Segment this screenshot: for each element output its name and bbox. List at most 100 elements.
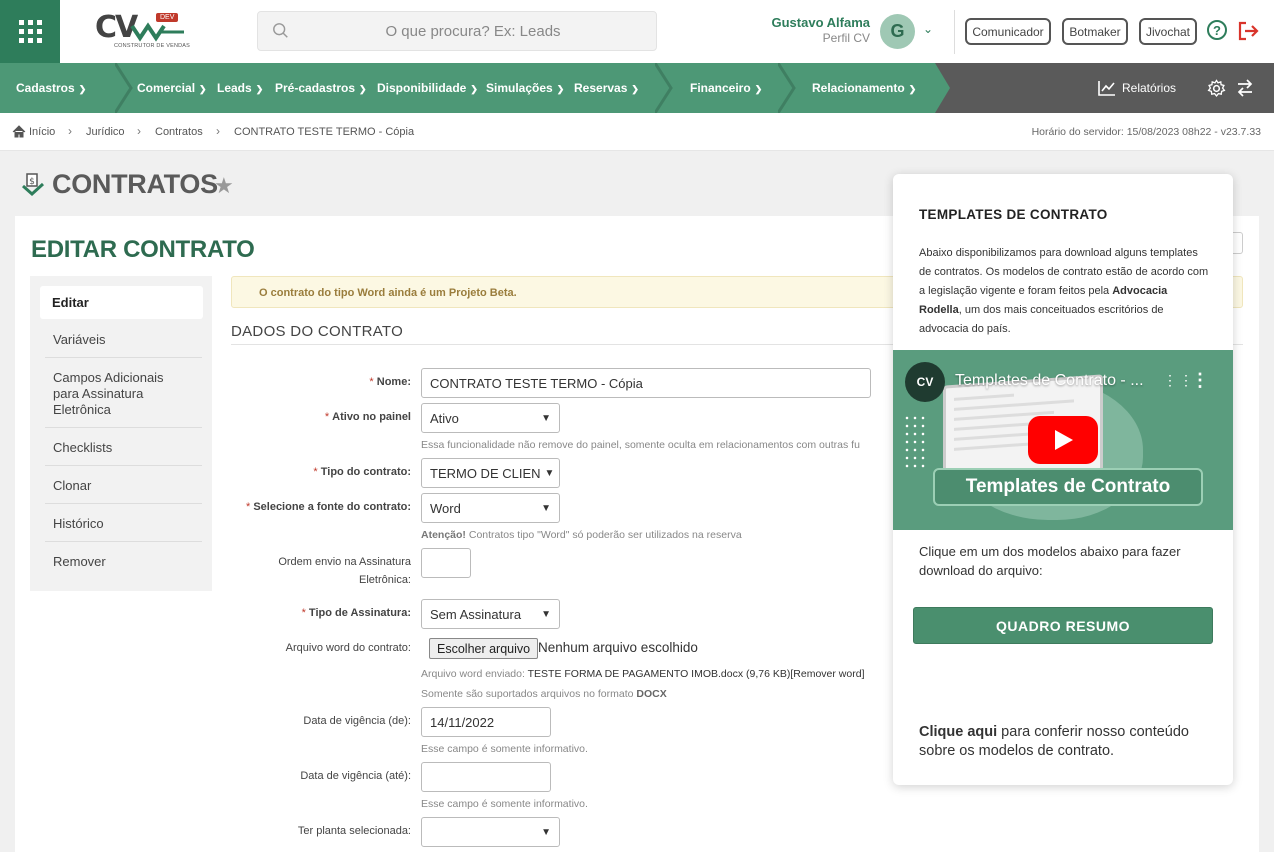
planta-select[interactable]: ▼ — [421, 817, 560, 847]
chevron-down-icon[interactable]: ⌄ — [923, 22, 933, 36]
side-item-variaveis[interactable]: Variáveis — [53, 332, 106, 348]
channel-logo[interactable]: CV — [905, 362, 945, 402]
nav-separator — [778, 63, 796, 113]
formato-hint: Somente são suportados arquivos no forma… — [421, 688, 667, 700]
comunicador-button[interactable]: Comunicador — [965, 18, 1051, 45]
swap-icon[interactable] — [1236, 79, 1254, 97]
more-options-icon[interactable]: ⋮ — [1191, 370, 1209, 391]
popup-title: TEMPLATES DE CONTRATO — [919, 207, 1108, 222]
vig-de-label: Data de vigência (de): — [303, 715, 411, 727]
chevron-down-icon: ❯ — [255, 84, 264, 94]
nav-relacionamento[interactable]: Relacionamento ❯ — [812, 81, 916, 95]
side-item-historico[interactable]: Histórico — [53, 516, 104, 532]
nav-separator — [655, 63, 673, 113]
breadcrumb-current: CONTRATO TESTE TERMO - Cópia — [234, 126, 415, 138]
chevron-down-icon: ❯ — [631, 84, 639, 94]
breadcrumb-contratos[interactable]: Contratos — [155, 126, 203, 138]
chevron-down-icon: ❯ — [754, 84, 763, 94]
chevron-down-icon: ❯ — [470, 84, 478, 94]
side-menu — [30, 276, 212, 591]
side-item-clonar[interactable]: Clonar — [53, 478, 91, 494]
nav-label: Leads — [217, 81, 252, 95]
nav-financeiro[interactable]: Financeiro ❯ — [690, 81, 762, 95]
nav-reservas[interactable]: Reservas ❯ — [574, 81, 639, 95]
botmaker-button[interactable]: Botmaker — [1062, 18, 1128, 45]
fonte-select[interactable]: Word ▼ — [421, 493, 560, 523]
quadro-resumo-button[interactable]: QUADRO RESUMO — [913, 607, 1213, 644]
star-icon[interactable]: ★ — [214, 173, 234, 199]
vig-de-hint: Esse campo é somente informativo. — [421, 743, 588, 755]
nav-disponibilidade[interactable]: Disponibilidade ❯ — [377, 81, 478, 95]
side-item-campos-adicionais[interactable]: Campos Adicionais para Assinatura Eletrô… — [53, 370, 193, 418]
nav-label: Relacionamento — [812, 81, 905, 95]
side-item-editar[interactable]: Editar — [52, 295, 89, 311]
clique-aqui-link[interactable]: Clique aqui — [919, 724, 997, 740]
choose-file-button[interactable]: Escolher arquivo — [429, 638, 539, 659]
nav-simulacoes[interactable]: Simulações ❯ — [486, 81, 564, 95]
breadcrumb-juridico[interactable]: Jurídico — [86, 126, 125, 138]
file-status: Nenhum arquivo escolhido — [538, 640, 698, 655]
ativo-select[interactable]: Ativo ▼ — [421, 403, 560, 433]
page-title: CONTRATOS — [52, 169, 218, 199]
nav-comercial[interactable]: Comercial ❯ — [137, 81, 207, 95]
chevron-down-icon: ▼ — [544, 467, 555, 479]
nome-input[interactable]: CONTRATO TESTE TERMO - Cópia — [421, 368, 871, 398]
nav-label: Relatórios — [1122, 81, 1177, 95]
arquivo-label: Arquivo word do contrato: — [285, 642, 411, 654]
divider — [954, 10, 955, 54]
tipo-select[interactable]: TERMO DE CLIEN ▼ — [421, 458, 560, 488]
logo-subtitle: CONSTRUTOR DE VENDAS — [114, 43, 191, 49]
popup-click-text: Clique em um dos modelos abaixo para faz… — [919, 544, 1181, 578]
search-input[interactable] — [298, 12, 648, 50]
breadcrumb-inicio[interactable]: Início — [29, 126, 55, 138]
logo-badge: DEV — [156, 13, 179, 22]
video-title[interactable]: Templates de Contrato - ... — [955, 372, 1144, 390]
arquivo-enviado: Arquivo word enviado: TESTE FORMA DE PAG… — [421, 668, 865, 680]
video-player[interactable]: CV Templates de Contrato - ... ⋮⋮ ⋮ Temp… — [893, 350, 1233, 530]
nav-label: Financeiro — [690, 81, 751, 95]
chevron-down-icon: ▼ — [541, 502, 551, 514]
gear-icon[interactable] — [1207, 79, 1226, 98]
assinatura-label: * Tipo de Assinatura: — [301, 607, 411, 619]
nav-label: Reservas — [574, 81, 628, 95]
side-item-remover[interactable]: Remover — [53, 554, 106, 570]
arquivo-enviado-link[interactable]: TESTE FORMA DE PAGAMENTO IMOB.docx (9,76… — [528, 668, 865, 680]
video-banner: Templates de Contrato — [933, 468, 1203, 506]
planta-label: Ter planta selecionada: — [297, 825, 411, 837]
jivochat-button[interactable]: Jivochat — [1139, 18, 1197, 45]
video-decoration — [903, 414, 927, 470]
tipo-label: * Tipo do contrato: — [313, 466, 411, 478]
home-icon[interactable] — [12, 125, 26, 138]
logo[interactable]: CV DEV CONSTRUTOR DE VENDAS — [92, 10, 191, 52]
avatar[interactable]: G — [880, 14, 915, 49]
chevron-down-icon: ▼ — [541, 412, 551, 424]
main-nav: Cadastros ❯ Comercial ❯ Leads ❯ Pré-cadastr… — [0, 63, 1274, 113]
apps-menu-button[interactable] — [0, 0, 60, 63]
chevron-down-icon: ❯ — [78, 84, 87, 94]
divider — [45, 465, 202, 466]
ordem-label: Ordem envio na Assinatura Eletrônica: — [278, 556, 411, 586]
search-box[interactable] — [257, 11, 657, 51]
play-icon[interactable] — [1028, 416, 1098, 464]
user-profile: Perfil CV — [822, 31, 870, 45]
nav-label: Comercial — [137, 81, 196, 95]
divider — [45, 541, 202, 542]
nav-pre-cadastros[interactable]: Pré-cadastros ❯ — [275, 81, 367, 95]
ordem-input[interactable] — [421, 548, 471, 578]
assinatura-select[interactable]: Sem Assinatura ▼ — [421, 599, 560, 629]
user-name[interactable]: Gustavo Alfama — [772, 15, 871, 30]
vig-de-input[interactable]: 14/11/2022 — [421, 707, 551, 737]
nav-relatorios[interactable]: Relatórios — [1098, 80, 1176, 96]
vig-ate-label: Data de vigência (até): — [300, 770, 411, 782]
logout-icon[interactable] — [1237, 20, 1261, 42]
chevron-down-icon: ▼ — [541, 826, 551, 838]
chevron-right-icon: › — [216, 124, 220, 138]
side-item-checklists[interactable]: Checklists — [53, 440, 112, 456]
vig-ate-input[interactable] — [421, 762, 551, 792]
ativo-label: * Ativo no painel — [324, 411, 411, 423]
help-icon[interactable]: ? — [1207, 20, 1227, 40]
fonte-label: * Selecione a fonte do contrato: — [245, 501, 411, 513]
nav-leads[interactable]: Leads ❯ — [217, 81, 263, 95]
chevron-down-icon: ❯ — [359, 84, 367, 94]
nav-cadastros[interactable]: Cadastros ❯ — [16, 81, 86, 95]
